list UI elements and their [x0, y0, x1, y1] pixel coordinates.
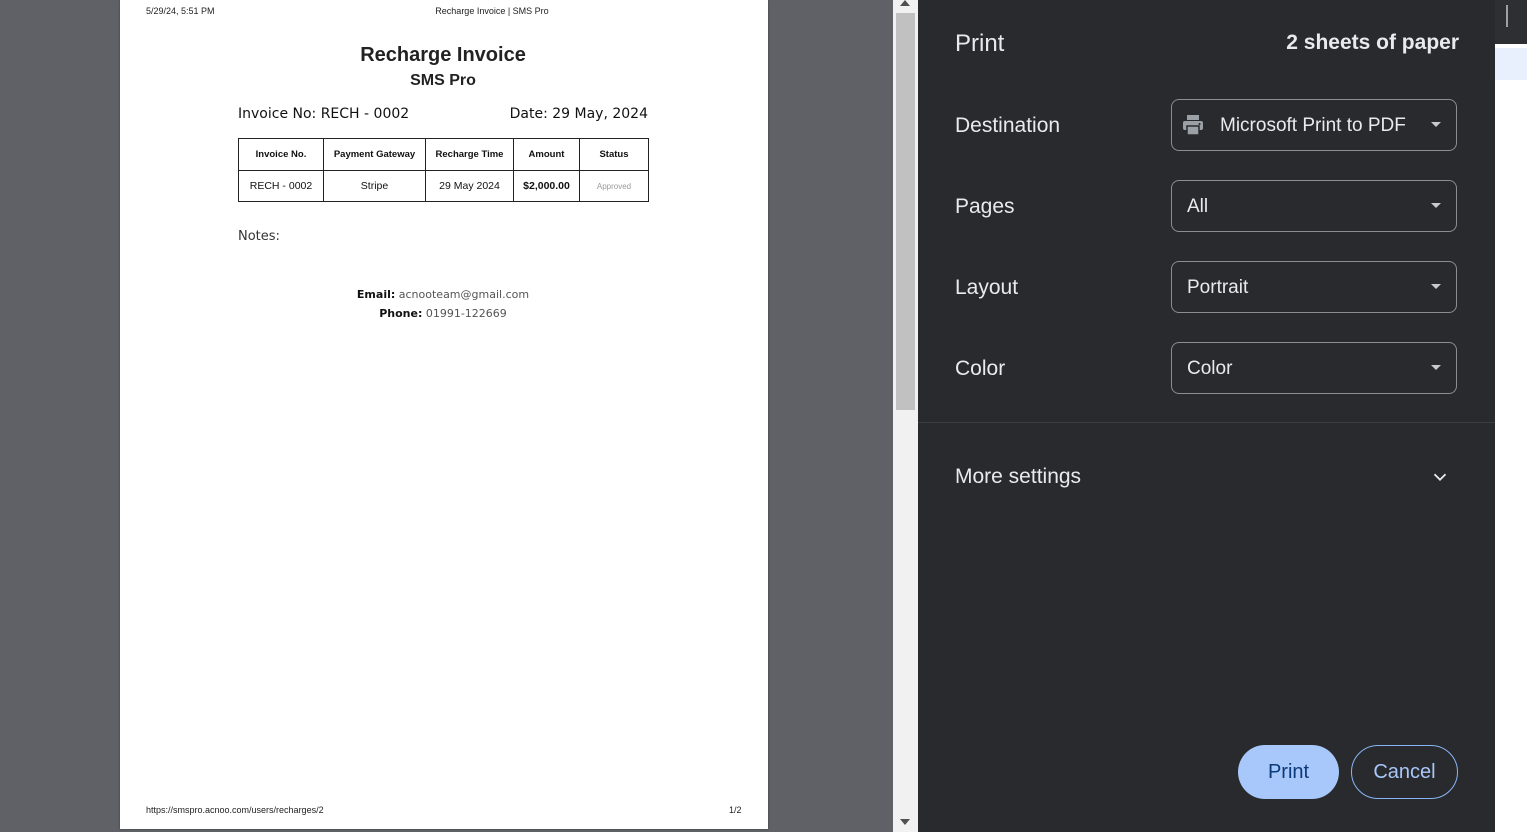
layout-select[interactable]: Portrait	[1171, 261, 1457, 313]
scroll-down-arrow-icon[interactable]	[900, 819, 910, 825]
print-button[interactable]: Print	[1238, 745, 1339, 799]
destination-value: Microsoft Print to PDF	[1220, 115, 1406, 136]
page-footer-number: 1/2	[729, 805, 742, 815]
panel-title: Print	[955, 30, 1005, 57]
phone-value: 01991-122669	[425, 307, 507, 320]
cell-invoice-no: RECH - 0002	[238, 170, 324, 202]
print-preview-area[interactable]: 5/29/24, 5:51 PM Recharge Invoice | SMS …	[0, 0, 893, 832]
preview-scrollbar[interactable]	[893, 0, 918, 832]
contact-phone: Phone: 01991-122669	[120, 307, 766, 320]
invoice-subtitle: SMS Pro	[410, 72, 476, 89]
cancel-button[interactable]: Cancel	[1351, 745, 1458, 799]
contact-email: Email: acnooteam@gmail.com	[120, 288, 766, 301]
browser-strip-tab[interactable]	[1495, 48, 1527, 80]
chevron-down-icon	[1431, 284, 1441, 289]
table-row: RECH - 0002 Stripe 29 May 2024 $2,000.00…	[238, 170, 649, 202]
print-settings-panel: Print 2 sheets of paper Destination Micr…	[918, 0, 1495, 832]
browser-side-strip	[1495, 0, 1527, 832]
column-header-invoice-no: Invoice No.	[238, 138, 324, 171]
pages-value: All	[1187, 196, 1209, 217]
cell-amount: $2,000.00	[513, 170, 580, 202]
notes-label: Notes:	[238, 229, 280, 244]
table-header-row: Invoice No. Payment Gateway Recharge Tim…	[238, 138, 649, 171]
email-value: acnooteam@gmail.com	[398, 288, 530, 301]
strip-handle-icon	[1506, 5, 1508, 27]
layout-value: Portrait	[1187, 277, 1249, 298]
pages-select[interactable]: All	[1171, 180, 1457, 232]
page-header-title: Recharge Invoice | SMS Pro	[435, 6, 549, 16]
more-settings-toggle[interactable]: More settings	[955, 465, 1081, 489]
color-label: Color	[955, 357, 1006, 380]
cell-recharge-time: 29 May 2024	[425, 170, 514, 202]
chevron-down-icon	[1431, 203, 1441, 208]
pages-label: Pages	[955, 195, 1015, 218]
destination-select[interactable]: Microsoft Print to PDF	[1171, 99, 1457, 151]
page-footer-url: https://smspro.acnoo.com/users/recharges…	[146, 805, 324, 815]
cell-status: Approved	[579, 170, 649, 202]
layout-label: Layout	[955, 276, 1019, 299]
section-divider	[918, 422, 1495, 423]
column-header-status: Status	[579, 138, 649, 171]
preview-page: 5/29/24, 5:51 PM Recharge Invoice | SMS …	[120, 0, 768, 829]
expand-chevron-icon[interactable]	[1429, 466, 1451, 488]
chevron-down-icon	[1431, 365, 1441, 370]
destination-label: Destination	[955, 114, 1061, 137]
color-value: Color	[1187, 358, 1233, 379]
invoice-date: Date: 29 May, 2024	[509, 106, 648, 122]
column-header-payment-gateway: Payment Gateway	[323, 138, 426, 171]
column-header-amount: Amount	[513, 138, 580, 171]
scrollbar-thumb[interactable]	[896, 13, 915, 410]
invoice-title: Recharge Invoice	[360, 44, 526, 66]
cell-payment-gateway: Stripe	[323, 170, 426, 202]
scroll-up-arrow-icon[interactable]	[900, 0, 910, 6]
printer-icon	[1183, 115, 1203, 136]
sheet-count: 2 sheets of paper	[1286, 31, 1459, 54]
column-header-recharge-time: Recharge Time	[425, 138, 514, 171]
invoice-table: Invoice No. Payment Gateway Recharge Tim…	[238, 138, 649, 202]
phone-label: Phone:	[379, 307, 423, 320]
color-select[interactable]: Color	[1171, 342, 1457, 394]
browser-strip-header	[1495, 0, 1527, 44]
email-label: Email:	[356, 288, 396, 301]
chevron-down-icon	[1431, 122, 1441, 127]
invoice-number: Invoice No: RECH - 0002	[238, 106, 410, 122]
